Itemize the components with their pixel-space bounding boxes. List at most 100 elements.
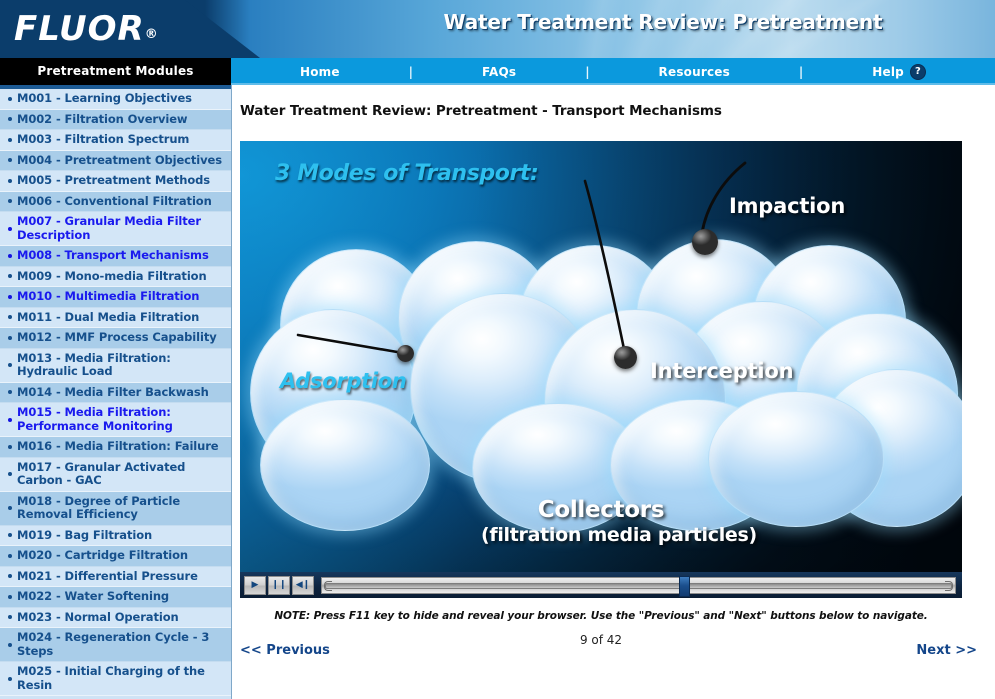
label-impaction: Impaction xyxy=(729,194,846,218)
sidebar-item-m001[interactable]: M001 - Learning Objectives xyxy=(0,89,231,110)
sidebar-item-label: M007 - Granular Media Filter Description xyxy=(17,214,201,242)
sidebar-item-m011[interactable]: M011 - Dual Media Filtration xyxy=(0,307,231,328)
fluor-logo[interactable]: FLUOR® xyxy=(14,12,159,52)
sidebar-item-m019[interactable]: M019 - Bag Filtration xyxy=(0,525,231,546)
sidebar-item-label: M020 - Cartridge Filtration xyxy=(17,548,188,562)
mute-button[interactable]: ◀❙ xyxy=(292,575,314,595)
transport-mechanisms-illustration: 3 Modes of Transport: Adsorption Interce… xyxy=(240,141,962,572)
sidebar-item-label: M005 - Pretreatment Methods xyxy=(17,173,211,187)
sidebar-item-m015[interactable]: M015 - Media Filtration: Performance Mon… xyxy=(0,403,231,437)
sidebar-item-m020[interactable]: M020 - Cartridge Filtration xyxy=(0,546,231,567)
question-mark-icon[interactable]: ? xyxy=(909,63,926,80)
navigation-row: Pretreatment Modules Home | FAQs | Resou… xyxy=(0,58,995,85)
registered-trademark-icon: ® xyxy=(144,27,159,42)
sidebar-item-m002[interactable]: M002 - Filtration Overview xyxy=(0,109,231,130)
bullet-icon xyxy=(8,615,12,620)
progress-scrubber-track[interactable] xyxy=(321,575,956,597)
fluor-logo-text: FLUOR xyxy=(14,9,145,49)
bullet-icon xyxy=(8,253,12,258)
sidebar-item-label: M010 - Multimedia Filtration xyxy=(17,289,200,303)
scrubber-track-groove xyxy=(325,582,952,589)
page-indicator: 9 of 42 xyxy=(579,633,623,647)
media-player-stage[interactable]: 3 Modes of Transport: Adsorption Interce… xyxy=(240,141,962,572)
bullet-icon xyxy=(8,117,12,122)
sidebar-tab-header: Pretreatment Modules xyxy=(0,58,231,85)
sidebar-item-m014[interactable]: M014 - Media Filter Backwash xyxy=(0,382,231,403)
sidebar-item-label: M017 - Granular Activated Carbon - GAC xyxy=(17,459,186,487)
nav-item-help[interactable]: Help ? xyxy=(872,63,926,80)
play-button[interactable]: ▶ xyxy=(244,575,266,595)
bullet-icon xyxy=(8,444,12,449)
sidebar-item-m004[interactable]: M004 - Pretreatment Objectives xyxy=(0,150,231,171)
collector-sphere xyxy=(260,399,430,531)
sidebar-item-m010[interactable]: M010 - Multimedia Filtration xyxy=(0,287,231,308)
particle-adsorption xyxy=(397,345,414,362)
previous-button[interactable]: << Previous xyxy=(240,643,330,658)
top-banner: FLUOR® Water Treatment Review: Pretreatm… xyxy=(0,0,995,58)
main-nav-bar: Home | FAQs | Resources | Help ? xyxy=(231,58,995,85)
nav-separator: | xyxy=(585,64,590,79)
sidebar-item-label: M018 - Degree of Particle Removal Effici… xyxy=(17,493,181,521)
media-controls-bar[interactable]: ▶ ❙❙ ◀❙ xyxy=(240,572,962,598)
sidebar-item-label: M011 - Dual Media Filtration xyxy=(17,309,200,324)
sidebar-item-m024[interactable]: M024 - Regeneration Cycle - 3 Steps xyxy=(0,628,231,662)
next-button[interactable]: Next >> xyxy=(916,643,977,658)
sidebar-item-label: M025 - Initial Charging of the Resin xyxy=(17,664,205,692)
bullet-icon xyxy=(8,178,12,183)
bullet-icon xyxy=(8,472,12,476)
sidebar-item-m018[interactable]: M018 - Degree of Particle Removal Effici… xyxy=(0,491,231,526)
sidebar-item-label: M014 - Media Filter Backwash xyxy=(17,384,209,399)
bullet-icon xyxy=(8,96,12,101)
bullet-icon xyxy=(8,642,12,647)
illustration-title: 3 Modes of Transport: xyxy=(275,161,539,186)
banner-title: Water Treatment Review: Pretreatment xyxy=(443,10,883,34)
sidebar-item-m013[interactable]: M013 - Media Filtration: Hydraulic Load xyxy=(0,348,231,383)
nav-item-resources[interactable]: Resources xyxy=(659,65,730,79)
sidebar-item-label: M013 - Media Filtration: Hydraulic Load xyxy=(17,350,171,378)
application-page: FLUOR® Water Treatment Review: Pretreatm… xyxy=(0,0,995,699)
sidebar-item-label: M008 - Transport Mechanisms xyxy=(17,248,209,262)
bullet-icon xyxy=(8,506,12,510)
sidebar-item-label: M002 - Filtration Overview xyxy=(17,111,188,126)
sidebar-item-m012[interactable]: M012 - MMF Process Capability xyxy=(0,328,231,349)
bullet-icon xyxy=(8,335,12,340)
bullet-icon xyxy=(8,199,12,204)
sidebar-item-m003[interactable]: M003 - Filtration Spectrum xyxy=(0,130,231,151)
sidebar-item-label: M021 - Differential Pressure xyxy=(17,568,198,583)
bullet-icon xyxy=(8,294,12,299)
progress-scrubber-thumb[interactable] xyxy=(678,575,690,597)
sidebar-module-list[interactable]: M001 - Learning Objectives M002 - Filtrat… xyxy=(0,85,232,699)
sidebar-item-m017[interactable]: M017 - Granular Activated Carbon - GAC xyxy=(0,457,231,492)
nav-separator: | xyxy=(408,64,414,79)
nav-item-help-label[interactable]: Help xyxy=(872,65,904,79)
main-content: Water Treatment Review: Pretreatment - T… xyxy=(232,85,995,699)
nav-item-faqs[interactable]: FAQs xyxy=(482,65,516,79)
sidebar-item-m021[interactable]: M021 - Differential Pressure xyxy=(0,566,231,587)
sidebar-item-m025[interactable]: M025 - Initial Charging of the Resin xyxy=(0,662,231,696)
nav-item-home[interactable]: Home xyxy=(300,65,340,79)
sidebar-item-m016[interactable]: M016 - Media Filtration: Failure xyxy=(0,437,231,458)
sidebar-item-label: M001 - Learning Objectives xyxy=(17,91,192,105)
sidebar-item-m006[interactable]: M006 - Conventional Filtration xyxy=(0,191,231,212)
collector-sphere xyxy=(708,391,884,527)
particle-interception xyxy=(614,346,637,369)
sidebar-item-label: M022 - Water Softening xyxy=(17,589,170,603)
bullet-icon xyxy=(8,553,12,558)
sidebar-item-label: M024 - Regeneration Cycle - 3 Steps xyxy=(17,630,210,658)
label-collectors: Collectors (filtration media particles) xyxy=(481,497,757,546)
sidebar-item-m005[interactable]: M005 - Pretreatment Methods xyxy=(0,171,231,192)
sidebar-item-m023[interactable]: M023 - Normal Operation xyxy=(0,607,231,628)
bullet-icon xyxy=(8,315,12,320)
sidebar-item-m007[interactable]: M007 - Granular Media Filter Description xyxy=(0,212,231,246)
bullet-icon xyxy=(8,158,12,163)
pause-button[interactable]: ❙❙ xyxy=(268,575,290,595)
sidebar-item-m022[interactable]: M022 - Water Softening xyxy=(0,587,231,608)
sidebar-item-m008[interactable]: M008 - Transport Mechanisms xyxy=(0,246,231,267)
keyboard-hint-note: NOTE: Press F11 key to hide and reveal y… xyxy=(274,610,928,622)
sidebar-item-m009[interactable]: M009 - Mono-media Filtration xyxy=(0,266,231,287)
sidebar-item-label: M023 - Normal Operation xyxy=(17,609,179,624)
sidebar-item-label: M003 - Filtration Spectrum xyxy=(17,132,190,146)
sidebar-item-label: M019 - Bag Filtration xyxy=(17,527,153,542)
label-adsorption: Adsorption xyxy=(280,369,407,393)
main-nav-items: Home | FAQs | Resources | Help ? xyxy=(231,58,995,85)
